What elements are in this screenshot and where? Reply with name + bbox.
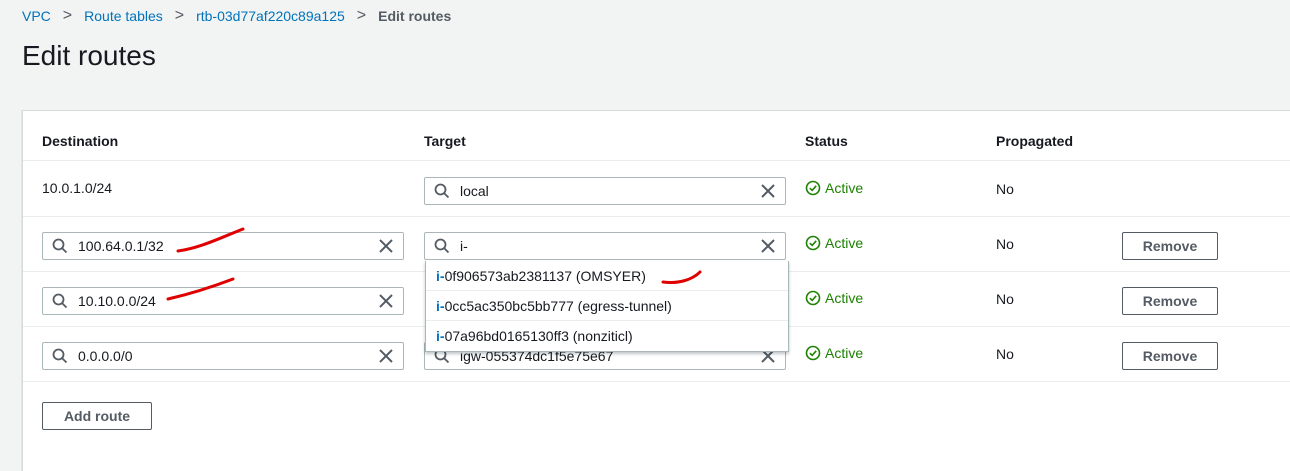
propagated-text: No bbox=[996, 346, 1014, 362]
check-circle-icon bbox=[805, 235, 821, 251]
dropdown-option[interactable]: i- 0f906573ab2381137 (OMSYER) bbox=[426, 261, 788, 291]
status-text: Active bbox=[825, 290, 864, 306]
add-route-button[interactable]: Add route bbox=[42, 402, 152, 430]
destination-value: 100.64.0.1/32 bbox=[78, 238, 164, 254]
status-badge: Active bbox=[805, 290, 863, 306]
destination-value: 10.10.0.0/24 bbox=[78, 293, 156, 309]
option-prefix: i- bbox=[436, 297, 445, 314]
target-input[interactable]: i- bbox=[424, 232, 786, 260]
check-circle-icon bbox=[805, 290, 821, 306]
page-title: Edit routes bbox=[22, 40, 156, 71]
header-status: Status bbox=[805, 133, 848, 149]
chevron-right-icon: > bbox=[174, 7, 185, 24]
propagated-text: No bbox=[996, 236, 1014, 252]
remove-button[interactable]: Remove bbox=[1122, 342, 1218, 370]
search-icon bbox=[52, 293, 68, 309]
option-text: 0cc5ac350bc5bb777 (egress-tunnel) bbox=[444, 297, 672, 314]
routes-panel: Destination Target Status Propagated 10.… bbox=[22, 110, 1290, 471]
divider bbox=[23, 381, 1290, 382]
dropdown-option[interactable]: i- 0cc5ac350bc5bb777 (egress-tunnel) bbox=[426, 291, 788, 321]
status-badge: Active bbox=[805, 345, 863, 361]
header-propagated: Propagated bbox=[996, 133, 1074, 149]
check-circle-icon bbox=[805, 345, 821, 361]
check-circle-icon bbox=[805, 180, 821, 196]
destination-value: 0.0.0.0/0 bbox=[78, 348, 133, 364]
remove-button[interactable]: Remove bbox=[1122, 287, 1218, 315]
dropdown-option[interactable]: i- 07a96bd0165130ff3 (nonziticl) bbox=[426, 321, 788, 350]
breadcrumb-route-tables-link[interactable]: Route tables bbox=[84, 8, 163, 24]
header-target: Target bbox=[424, 133, 466, 149]
close-icon[interactable] bbox=[378, 348, 394, 364]
chevron-right-icon: > bbox=[62, 7, 73, 24]
search-icon bbox=[434, 238, 450, 254]
close-icon[interactable] bbox=[378, 238, 394, 254]
breadcrumb: VPC > Route tables > rtb-03d77af220c89a1… bbox=[22, 7, 452, 25]
status-text: Active bbox=[825, 235, 864, 251]
status-text: Active bbox=[825, 345, 864, 361]
status-text: Active bbox=[825, 180, 864, 196]
search-icon bbox=[52, 238, 68, 254]
destination-input[interactable]: 0.0.0.0/0 bbox=[42, 342, 404, 370]
status-badge: Active bbox=[805, 235, 863, 251]
search-icon bbox=[52, 348, 68, 364]
option-prefix: i- bbox=[436, 267, 445, 284]
close-icon[interactable] bbox=[760, 238, 776, 254]
propagated-text: No bbox=[996, 291, 1014, 307]
destination-text: 10.0.1.0/24 bbox=[42, 180, 113, 196]
destination-input[interactable]: 100.64.0.1/32 bbox=[42, 232, 404, 260]
breadcrumb-current: Edit routes bbox=[378, 8, 452, 24]
close-icon[interactable] bbox=[760, 183, 776, 199]
target-input[interactable]: local bbox=[424, 177, 786, 205]
chevron-right-icon: > bbox=[356, 7, 367, 24]
target-value: local bbox=[460, 183, 489, 199]
breadcrumb-vpc-link[interactable]: VPC bbox=[22, 8, 51, 24]
search-icon bbox=[434, 183, 450, 199]
status-badge: Active bbox=[805, 180, 863, 196]
destination-input[interactable]: 10.10.0.0/24 bbox=[42, 287, 404, 315]
divider bbox=[23, 216, 1290, 217]
option-text: 0f906573ab2381137 (OMSYER) bbox=[444, 267, 646, 284]
target-autocomplete-dropdown: i- 0f906573ab2381137 (OMSYER) i- 0cc5ac350… bbox=[425, 261, 789, 352]
option-text: 07a96bd0165130ff3 (nonziticl) bbox=[444, 327, 633, 344]
divider bbox=[23, 160, 1290, 161]
header-destination: Destination bbox=[42, 133, 119, 149]
close-icon[interactable] bbox=[378, 293, 394, 309]
target-value: i- bbox=[460, 238, 468, 254]
propagated-text: No bbox=[996, 181, 1014, 197]
remove-button[interactable]: Remove bbox=[1122, 232, 1218, 260]
option-prefix: i- bbox=[436, 327, 445, 344]
breadcrumb-route-table-link[interactable]: rtb-03d77af220c89a125 bbox=[196, 8, 345, 24]
